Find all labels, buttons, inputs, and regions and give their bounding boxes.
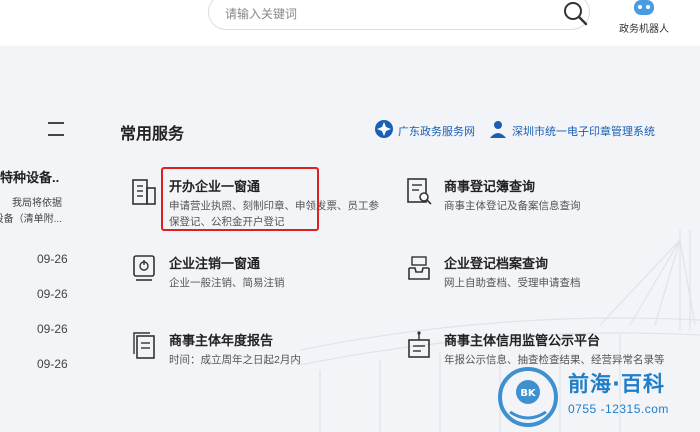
news-desc-line: 我局将依据 xyxy=(12,198,62,209)
report-document-icon xyxy=(133,332,155,359)
service-card-registry-query[interactable]: 商事登记簿查询 商事主体登记及备案信息查询 xyxy=(406,176,646,216)
card-title: 商事登记簿查询 xyxy=(444,179,536,194)
left-news-panel: 特种设备... 我局将依据 设备（清单附... 09-26 09-26 09-2… xyxy=(0,110,80,432)
search-box[interactable] xyxy=(208,0,590,30)
search-input[interactable] xyxy=(225,3,545,25)
robot-icon xyxy=(634,0,654,15)
link-label: 广东政务服务网 xyxy=(398,126,475,138)
service-card-annual-report[interactable]: 商事主体年度报告 时间：成立周年之日起2月内 xyxy=(131,330,381,370)
news-title[interactable]: 特种设备... xyxy=(0,167,60,186)
user-icon xyxy=(490,121,506,138)
inbox-archive-icon xyxy=(408,256,430,280)
guangdong-gov-link[interactable]: 广东政务服务网 xyxy=(374,120,494,138)
building-icon xyxy=(132,179,156,205)
e-seal-system-link[interactable]: 深圳市统一电子印章管理系统 xyxy=(488,120,678,138)
power-document-icon xyxy=(133,255,155,281)
news-desc-line: 设备（清单附... xyxy=(0,214,62,225)
watermark: BK 前海·百科 0755 -12315.com xyxy=(494,362,700,432)
document-search-icon xyxy=(407,178,432,205)
card-title: 商事主体年度报告 xyxy=(169,333,274,348)
card-desc: 企业一般注销、简易注销 xyxy=(169,277,285,289)
search-icon[interactable] xyxy=(562,0,588,26)
watermark-name: 前海·百科 xyxy=(568,372,665,396)
bk-logo-text: BK xyxy=(520,388,537,399)
card-title: 商事主体信用监管公示平台 xyxy=(444,333,601,348)
watermark-phone: 0755 -12315.com xyxy=(568,402,669,416)
top-bar: 政务机器人 xyxy=(0,0,700,46)
menu-icon[interactable] xyxy=(48,122,64,136)
news-date: 09-26 xyxy=(37,357,68,371)
news-date: 09-26 xyxy=(37,287,68,301)
card-title: 企业注销一窗通 xyxy=(169,256,261,271)
service-card-archive-query[interactable]: 企业登记档案查询 网上自助查档、受理申请查档 xyxy=(406,253,646,293)
card-desc: 网上自助查档、受理申请查档 xyxy=(444,277,581,289)
gov-service-icon xyxy=(375,120,393,138)
service-card-deregistration[interactable]: 企业注销一窗通 企业一般注销、简易注销 xyxy=(131,253,381,293)
gov-robot-button[interactable]: 政务机器人 xyxy=(614,0,674,36)
news-date: 09-26 xyxy=(37,322,68,336)
public-notice-icon xyxy=(408,331,430,358)
card-title: 企业登记档案查询 xyxy=(444,256,549,271)
robot-label: 政务机器人 xyxy=(619,24,669,35)
news-date: 09-26 xyxy=(37,252,68,266)
link-label: 深圳市统一电子印章管理系统 xyxy=(512,126,655,138)
card-desc: 时间：成立周年之日起2月内 xyxy=(169,354,301,366)
highlight-frame xyxy=(161,167,319,231)
card-desc: 商事主体登记及备案信息查询 xyxy=(444,200,581,212)
section-title: 常用服务 xyxy=(120,126,185,143)
bk-logo-icon: BK xyxy=(498,367,558,427)
